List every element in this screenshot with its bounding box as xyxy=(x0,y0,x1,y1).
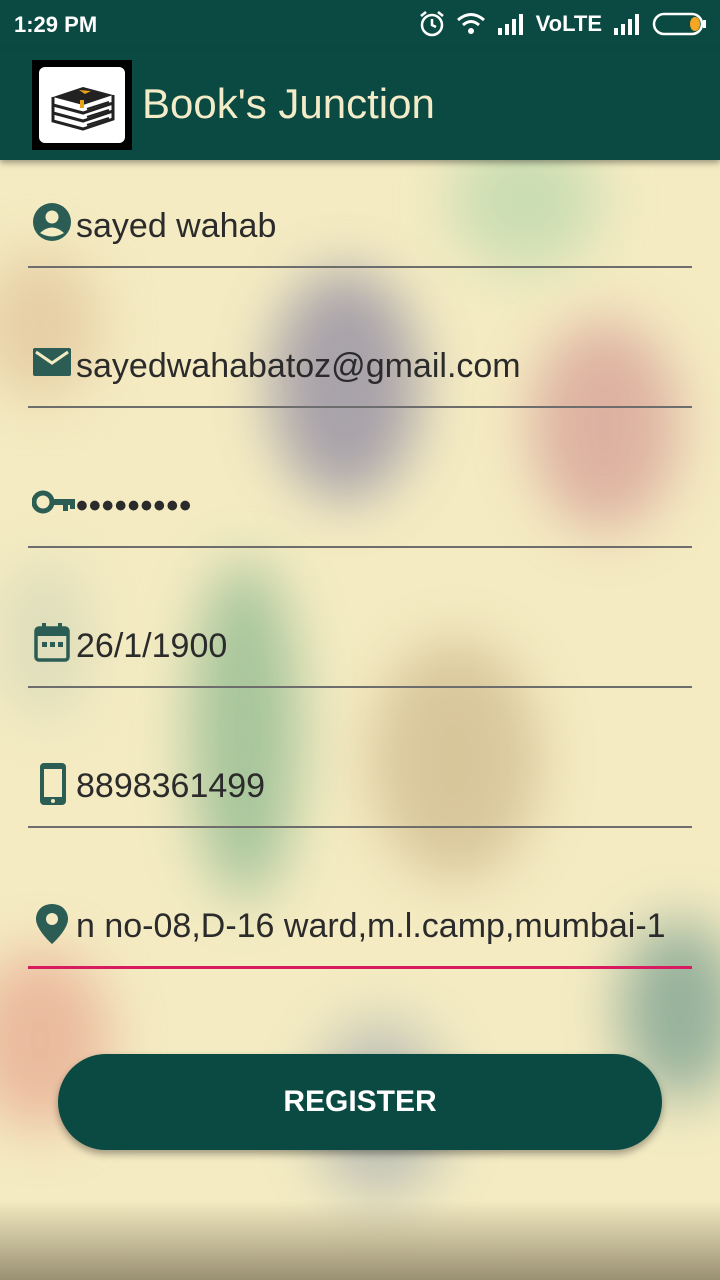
address-underline xyxy=(28,966,692,969)
dob-underline xyxy=(28,686,692,688)
name-field[interactable]: sayed wahab xyxy=(28,160,692,300)
app-bar: Book's Junction xyxy=(0,50,720,160)
register-button[interactable]: REGISTER xyxy=(58,1054,662,1150)
status-time: 1:29 PM xyxy=(14,12,98,37)
calendar-icon xyxy=(32,622,72,662)
phone-input[interactable]: 8898361499 xyxy=(76,764,692,808)
person-icon xyxy=(32,202,72,242)
password-input[interactable]: ••••••••• xyxy=(76,484,692,528)
key-icon xyxy=(31,482,75,522)
phone-icon xyxy=(32,762,72,805)
email-input[interactable]: sayedwahabatoz@gmail.com xyxy=(76,344,692,388)
email-underline xyxy=(28,406,692,408)
app-title: Book's Junction xyxy=(142,80,435,127)
battery-icon xyxy=(652,12,708,36)
network-label: VoLTE xyxy=(535,11,602,36)
dob-field[interactable]: 26/1/1900 xyxy=(28,580,692,720)
books-stack-icon xyxy=(32,60,132,150)
alarm-icon xyxy=(418,10,446,38)
signal-icon xyxy=(612,13,642,35)
phone-underline xyxy=(28,826,692,828)
address-input[interactable]: n no-08,D-16 ward,m.l.camp,mumbai-1 xyxy=(76,904,692,948)
signal-icon xyxy=(496,13,526,35)
name-underline xyxy=(28,266,692,268)
address-field[interactable]: n no-08,D-16 ward,m.l.camp,mumbai-1 xyxy=(28,860,692,1000)
wifi-icon xyxy=(456,12,486,36)
password-underline xyxy=(28,546,692,548)
location-pin-icon xyxy=(32,902,72,944)
email-field[interactable]: sayedwahabatoz@gmail.com xyxy=(28,300,692,440)
name-input[interactable]: sayed wahab xyxy=(76,204,692,248)
password-field[interactable]: ••••••••• xyxy=(28,440,692,580)
email-icon xyxy=(32,342,72,382)
dob-input[interactable]: 26/1/1900 xyxy=(76,624,692,668)
status-bar: 1:29 PM VoLTE xyxy=(0,0,720,50)
phone-field[interactable]: 8898361499 xyxy=(28,720,692,860)
registration-form: sayed wahab sayedwahabatoz@gmail.com •••… xyxy=(28,160,692,1000)
